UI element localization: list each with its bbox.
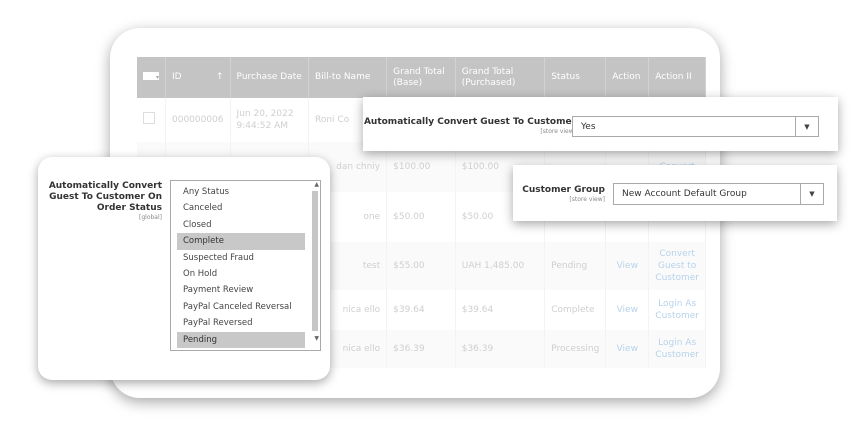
grid-header: ▾ ID ↑ Purchase Date Bill-to Name Grand … [137,57,706,98]
scroll-down-icon[interactable]: ▼ [314,335,319,342]
col-name[interactable]: Bill-to Name [308,57,388,98]
chevron-down-icon: ▼ [795,117,818,136]
convert-guest-scope: [store view] [540,128,576,135]
col-purchased[interactable]: Grand Total (Purchased) [455,57,546,98]
convert-guest-label: Automatically Convert Guest To Customer [363,117,576,127]
col-id[interactable]: ID ↑ [165,57,231,98]
col-action2: Action II [648,57,706,98]
chevron-down-icon: ▼ [800,184,823,204]
order-status-multiselect[interactable]: Any Status Canceled Closed Complete Suspecte… [170,180,321,351]
convert-guest-select[interactable]: Yes ▼ [572,116,819,137]
action2-link[interactable]: Convert Guest to Customer [648,242,706,290]
status-option[interactable]: PayPal Canceled Reversal [177,299,305,315]
customer-group-select[interactable]: New Account Default Group ▼ [613,183,824,205]
status-option[interactable]: Suspected Fraud [177,250,305,266]
scroll-up-icon[interactable]: ▲ [314,181,319,188]
view-link[interactable]: View [605,290,650,330]
view-link[interactable]: View [605,330,650,368]
status-option[interactable]: On Hold [177,266,305,282]
col-status[interactable]: Status [544,57,607,98]
action2-link[interactable]: Login As Customer [648,330,706,368]
sort-arrow-icon: ↑ [216,72,224,82]
status-option[interactable]: Any Status [177,184,305,200]
status-option[interactable]: Canceled [177,200,305,216]
status-option[interactable]: Complete [177,233,305,250]
col-action: Action [605,57,650,98]
status-option[interactable]: Pending [177,331,305,348]
status-option[interactable]: Closed [177,217,305,233]
view-link[interactable]: View [605,242,650,290]
col-base[interactable]: Grand Total (Base) [386,57,456,98]
col-date[interactable]: Purchase Date [230,57,310,98]
order-status-label: Automatically Convert Guest To Customer … [48,181,162,213]
customer-group-scope: [store view] [569,196,605,203]
action2-link[interactable]: Login As Customer [648,290,706,330]
order-status-scope: [global] [139,214,162,221]
status-option[interactable]: Payment Review [177,282,305,298]
row-checkbox[interactable] [143,112,155,124]
scrollbar[interactable] [312,191,318,331]
mass-select-dropdown[interactable]: ▾ [143,72,159,81]
convert-guest-panel: Automatically Convert Guest To Customer … [363,97,838,151]
customer-group-panel: Customer Group [store view] New Account … [513,165,837,221]
customer-group-label: Customer Group [522,185,605,195]
status-option[interactable]: PayPal Reversed [177,315,305,331]
